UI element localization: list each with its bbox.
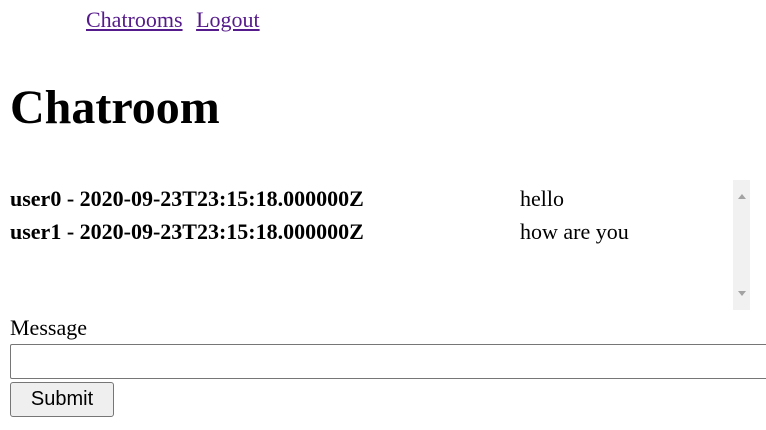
chat-scrollbar[interactable] — [733, 180, 750, 310]
message-text: hello — [520, 186, 564, 211]
message-row: user0 - 2020-09-23T23:15:18.000000Z hell… — [10, 182, 732, 215]
message-meta: user0 - 2020-09-23T23:15:18.000000Z — [10, 186, 364, 211]
message-meta: user1 - 2020-09-23T23:15:18.000000Z — [10, 219, 364, 244]
logout-link[interactable]: Logout — [196, 7, 260, 32]
scroll-up-arrow-icon[interactable] — [733, 188, 750, 205]
scroll-down-arrow-icon[interactable] — [733, 285, 750, 302]
message-row: user1 - 2020-09-23T23:15:18.000000Z how … — [10, 215, 732, 248]
message-text: how are you — [520, 219, 629, 244]
top-nav: Chatrooms Logout — [86, 4, 260, 36]
chat-messages-box[interactable]: user0 - 2020-09-23T23:15:18.000000Z hell… — [0, 180, 750, 310]
message-list: user0 - 2020-09-23T23:15:18.000000Z hell… — [10, 182, 732, 248]
message-input[interactable] — [10, 344, 766, 379]
page-title: Chatroom — [10, 81, 220, 134]
submit-button[interactable]: Submit — [10, 382, 114, 417]
chatrooms-link[interactable]: Chatrooms — [86, 7, 183, 32]
message-label: Message — [10, 315, 87, 340]
